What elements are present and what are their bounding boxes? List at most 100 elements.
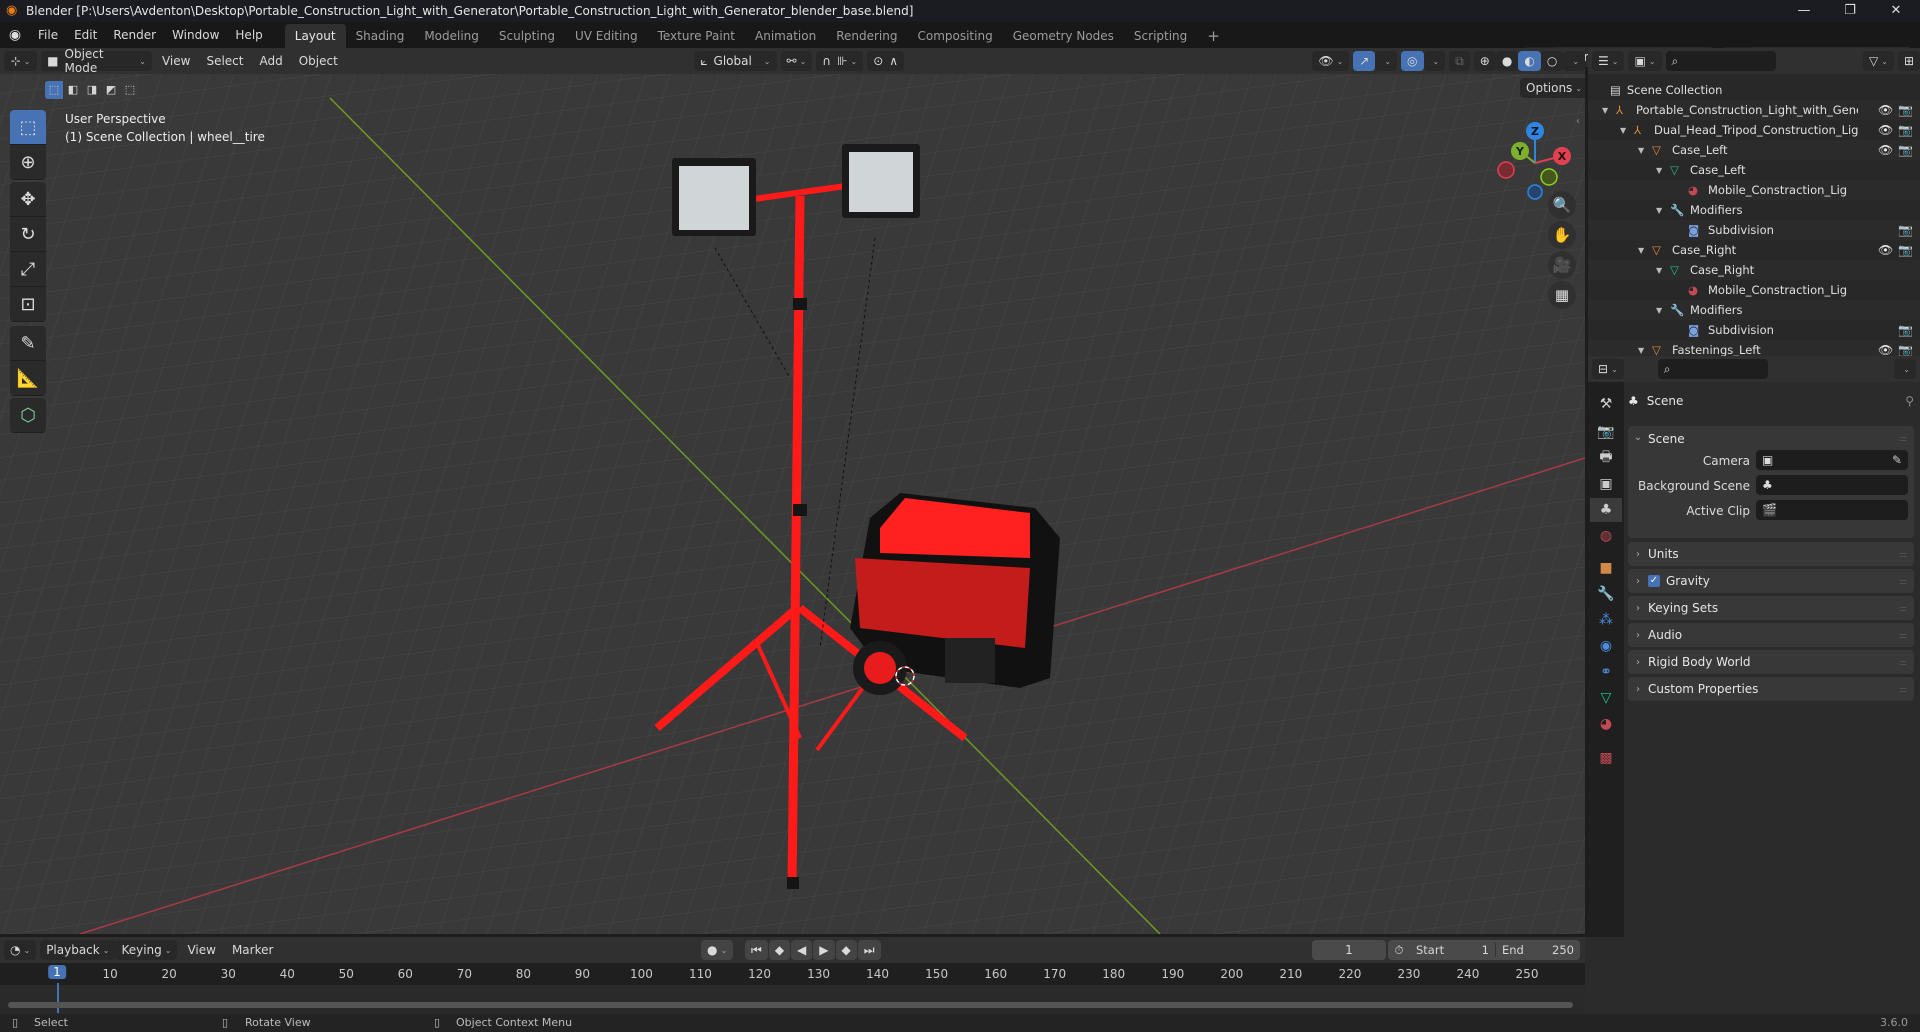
tab-sculpting[interactable]: Sculpting bbox=[489, 24, 565, 48]
select-menu[interactable]: Select bbox=[200, 51, 249, 71]
render-tab-icon[interactable]: 📷 bbox=[1594, 420, 1618, 444]
visibility-eye-icon[interactable]: 👁 bbox=[1878, 143, 1893, 157]
select-box-tool[interactable]: ⬚ bbox=[10, 110, 46, 145]
play-reverse-button[interactable]: ◀ bbox=[791, 940, 813, 960]
add-cube-tool[interactable]: ⬡ bbox=[10, 398, 46, 433]
zoom-view-icon[interactable]: 🔍 bbox=[1548, 191, 1576, 219]
outliner-item[interactable]: ◙ Subdivision 📷 bbox=[1588, 220, 1920, 240]
visibility-eye-icon[interactable]: 👁 bbox=[1878, 343, 1893, 357]
overlays-toggle[interactable]: ◎ bbox=[1401, 51, 1424, 71]
custom-properties-panel[interactable]: › Custom Properties:::: bbox=[1628, 677, 1914, 701]
background-scene-field[interactable]: ♣ bbox=[1756, 475, 1908, 495]
tab-rendering[interactable]: Rendering bbox=[826, 24, 907, 48]
material-preview-shading-button[interactable]: ◐ bbox=[1518, 51, 1541, 71]
texture-tab-icon[interactable]: ▩ bbox=[1594, 746, 1618, 770]
shading-dropdown[interactable]: ⌄ bbox=[1563, 51, 1585, 71]
properties-editor-type-button[interactable]: ⊟ ⌄ bbox=[1592, 359, 1624, 379]
units-panel[interactable]: › Units:::: bbox=[1628, 542, 1914, 566]
new-collection-button[interactable]: ⊞ bbox=[1897, 51, 1920, 71]
start-frame-field[interactable]: Start 1 bbox=[1410, 943, 1495, 957]
tab-layout[interactable]: Layout bbox=[284, 24, 346, 48]
sidebar-toggle-icon[interactable]: ‹ bbox=[1576, 116, 1580, 127]
properties-options-dropdown[interactable]: ⌄ bbox=[1894, 359, 1916, 379]
scene-tab-icon[interactable]: ♣ bbox=[1590, 498, 1622, 522]
outliner-item[interactable]: ◙ Subdivision 📷 bbox=[1588, 320, 1920, 340]
add-menu[interactable]: Add bbox=[253, 51, 288, 71]
display-mode-dropdown[interactable]: ▣ ⌄ bbox=[1628, 51, 1662, 71]
next-keyframe-button[interactable]: ◆ bbox=[835, 940, 857, 960]
camera-field[interactable]: ▣ ✎ bbox=[1756, 450, 1908, 470]
outliner-item[interactable]: ▼ 🔧 Modifiers bbox=[1588, 200, 1920, 220]
menu-help[interactable]: Help bbox=[227, 22, 270, 48]
tab-animation[interactable]: Animation bbox=[745, 24, 826, 48]
expand-toggle-icon[interactable]: ▼ bbox=[1638, 346, 1644, 355]
gizmo-neg-x[interactable] bbox=[1497, 161, 1515, 179]
mesh-data-tab-icon[interactable]: ▽ bbox=[1594, 686, 1618, 710]
menu-file[interactable]: File bbox=[30, 22, 66, 48]
prev-keyframe-button[interactable]: ◆ bbox=[768, 940, 791, 960]
outliner-item[interactable]: ◕ Mobile_Constraction_Lig bbox=[1588, 280, 1920, 300]
view-layer-tab-icon[interactable]: ▣ bbox=[1594, 472, 1618, 496]
transform-tool[interactable]: ⊡ bbox=[10, 287, 46, 322]
blender-menu-icon[interactable]: ◉ bbox=[0, 27, 30, 43]
outliner-item[interactable]: ▼ ▽ Case_Right 👁 📷 bbox=[1588, 240, 1920, 260]
keying-sets-panel[interactable]: › Keying Sets:::: bbox=[1628, 596, 1914, 620]
overlays-dropdown[interactable]: ⌄ bbox=[1423, 51, 1446, 71]
active-clip-field[interactable]: 🎬 bbox=[1756, 500, 1908, 520]
modifiers-tab-icon[interactable]: 🔧 bbox=[1594, 582, 1618, 606]
auto-keying-toggle[interactable]: ● ⌄ bbox=[701, 940, 734, 960]
tab-scripting[interactable]: Scripting bbox=[1124, 24, 1197, 48]
outliner-item[interactable]: ▼ ▽ Case_Right bbox=[1588, 260, 1920, 280]
outliner-item[interactable]: ▼ ⅄ Portable_Construction_Light_with_Gene 👁… bbox=[1588, 100, 1920, 120]
end-frame-field[interactable]: End 250 bbox=[1495, 943, 1580, 957]
pin-icon[interactable]: ⚲ bbox=[1905, 394, 1914, 408]
wireframe-shading-button[interactable]: ⊕ bbox=[1473, 51, 1496, 71]
gizmo-neg-y[interactable] bbox=[1540, 168, 1558, 186]
filter-dropdown[interactable]: ▽ ⌄ bbox=[1863, 51, 1894, 71]
visibility-eye-icon[interactable]: 👁 bbox=[1878, 243, 1893, 257]
tab-texture-paint[interactable]: Texture Paint bbox=[648, 24, 745, 48]
render-camera-icon[interactable]: 📷 bbox=[1898, 223, 1913, 237]
view-menu[interactable]: View bbox=[156, 51, 196, 71]
tab-geometry-nodes[interactable]: Geometry Nodes bbox=[1003, 24, 1124, 48]
tab-compositing[interactable]: Compositing bbox=[907, 24, 1002, 48]
generator-model[interactable] bbox=[850, 493, 1060, 695]
minimize-button[interactable]: — bbox=[1782, 0, 1826, 22]
expand-toggle-icon[interactable]: ▼ bbox=[1656, 206, 1662, 215]
rendered-shading-button[interactable]: ○ bbox=[1540, 51, 1564, 71]
select-new-button[interactable]: ⬚ bbox=[45, 81, 63, 99]
editor-type-button[interactable]: ⊹ ⌄ bbox=[4, 51, 38, 71]
render-camera-icon[interactable]: 📷 bbox=[1898, 323, 1913, 337]
xray-toggle[interactable]: ⧉ bbox=[1449, 51, 1470, 71]
material-tab-icon[interactable]: ◕ bbox=[1594, 712, 1618, 736]
options-dropdown[interactable]: Options ⌄ bbox=[1520, 78, 1585, 98]
outliner-item[interactable]: ▼ 🔧 Modifiers bbox=[1588, 300, 1920, 320]
timeline-scrollbar[interactable] bbox=[8, 1002, 1573, 1008]
object-menu[interactable]: Object bbox=[293, 51, 344, 71]
outliner-search-input[interactable]: ⌕ bbox=[1665, 51, 1776, 71]
select-intersect-button[interactable]: ⬚ bbox=[121, 81, 139, 99]
keying-menu[interactable]: Keying ⌄ bbox=[115, 940, 178, 960]
rigid-body-world-panel[interactable]: › Rigid Body World:::: bbox=[1628, 650, 1914, 674]
camera-view-icon[interactable]: 🎥 bbox=[1548, 251, 1576, 279]
timeline-view-menu[interactable]: View bbox=[181, 940, 221, 960]
cursor-tool[interactable]: ⊕ bbox=[10, 145, 46, 180]
transform-orientation-dropdown[interactable]: ⟀ Global ⌄ bbox=[694, 51, 777, 71]
audio-panel[interactable]: › Audio:::: bbox=[1628, 623, 1914, 647]
playback-menu[interactable]: Playback ⌄ bbox=[40, 940, 116, 960]
visibility-eye-icon[interactable] bbox=[1878, 223, 1892, 237]
tab-modeling[interactable]: Modeling bbox=[414, 24, 489, 48]
render-camera-icon[interactable]: 📷 bbox=[1898, 123, 1913, 137]
tab-uv-editing[interactable]: UV Editing bbox=[565, 24, 648, 48]
visibility-eye-icon[interactable] bbox=[1878, 323, 1892, 337]
measure-tool[interactable]: 📐 bbox=[10, 361, 46, 396]
panel-expand-icon[interactable]: ⌄ bbox=[1628, 432, 1648, 443]
maximize-button[interactable]: ❐ bbox=[1828, 0, 1872, 22]
add-workspace-button[interactable]: + bbox=[1197, 24, 1230, 48]
visibility-eye-icon[interactable]: 👁 bbox=[1878, 123, 1893, 137]
expand-toggle-icon[interactable]: ▼ bbox=[1656, 166, 1662, 175]
eyedropper-icon[interactable]: ✎ bbox=[1892, 453, 1902, 467]
current-frame-indicator[interactable]: 1 bbox=[48, 965, 66, 979]
gizmo-neg-z[interactable] bbox=[1527, 184, 1543, 200]
outliner-item[interactable]: ▼ ▽ Case_Left bbox=[1588, 160, 1920, 180]
